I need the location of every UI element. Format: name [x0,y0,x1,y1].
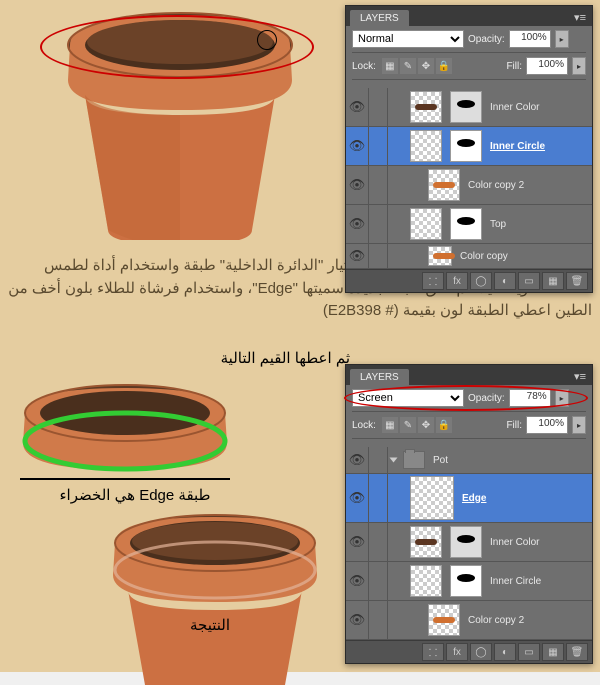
layer-edge[interactable]: 👁 Edge [346,474,592,523]
caption-result: النتيجة [150,615,270,638]
adjustment-icon[interactable]: ◐ [494,643,516,661]
fill-value[interactable]: 100% [526,416,568,434]
visibility-icon[interactable]: 👁 [346,474,369,522]
mask-icon[interactable]: ◯ [470,643,492,661]
layer-inner-circle[interactable]: 👁 Inner Circle [346,127,592,166]
fill-arrow-icon[interactable]: ▸ [572,416,586,434]
fill-arrow-icon[interactable]: ▸ [572,57,586,75]
visibility-icon[interactable]: 👁 [346,205,369,243]
black-circle [257,30,277,50]
pot-rim-green [10,378,240,478]
lock-paint-icon[interactable]: ✎ [400,417,416,433]
lock-transparency-icon[interactable]: ▦ [382,58,398,74]
opacity-value[interactable]: 100% [509,30,551,48]
layer-color-copy[interactable]: 👁 Color copy [346,244,592,269]
opacity-arrow-icon[interactable]: ▸ [555,30,569,48]
lock-all-icon[interactable]: 🔒 [436,58,452,74]
panel-menu-icon[interactable]: ▾≡ [568,368,592,385]
link-layers-icon[interactable]: ⸬ [422,272,444,290]
layer-inner-color[interactable]: 👁 Inner Color [346,523,592,562]
group-icon[interactable]: ▭ [518,272,540,290]
black-line [20,478,230,480]
lock-label: Lock: [352,61,376,72]
new-layer-icon[interactable]: ▦ [542,643,564,661]
panel-menu-icon[interactable]: ▾≡ [568,9,592,26]
trash-icon[interactable]: 🗑 [566,272,588,290]
lock-position-icon[interactable]: ✥ [418,417,434,433]
layer-group-pot[interactable]: 👁 Pot [346,447,592,474]
new-layer-icon[interactable]: ▦ [542,272,564,290]
visibility-icon[interactable]: 👁 [346,244,369,268]
layers-tab[interactable]: LAYERS [350,10,409,26]
visibility-icon[interactable]: 👁 [346,601,369,639]
opacity-label: Opacity: [468,34,505,45]
red-ellipse-opacity [344,385,588,411]
fx-icon[interactable]: fx [446,272,468,290]
layer-list-bottom: 👁 Pot 👁 Edge 👁 Inner Color 👁 Inner Circl… [346,447,592,640]
layers-panel-bottom: LAYERS ▾≡ Screen Opacity: 78% ▸ Lock: ▦ … [345,364,593,664]
visibility-icon[interactable]: 👁 [346,523,369,561]
visibility-icon[interactable]: 👁 [346,562,369,600]
lock-all-icon[interactable]: 🔒 [436,417,452,433]
visibility-icon[interactable]: 👁 [346,127,369,165]
visibility-icon[interactable]: 👁 [346,88,369,126]
text-linebreak: ثم اعطها القيم التالية [221,348,350,371]
group-icon[interactable]: ▭ [518,643,540,661]
folder-icon [403,451,425,469]
fill-label: Fill: [506,61,522,72]
lock-paint-icon[interactable]: ✎ [400,58,416,74]
fill-label: Fill: [506,420,522,431]
layer-top[interactable]: 👁 Top [346,205,592,244]
adjustment-icon[interactable]: ◐ [494,272,516,290]
mask-icon[interactable]: ◯ [470,272,492,290]
layer-color-copy-2[interactable]: 👁 Color copy 2 [346,601,592,640]
visibility-icon[interactable]: 👁 [346,447,369,473]
layer-inner-circle[interactable]: 👁 Inner Circle [346,562,592,601]
blend-mode-select[interactable]: Normal [352,30,464,48]
layer-color-copy-2[interactable]: 👁 Color copy 2 [346,166,592,205]
link-layers-icon[interactable]: ⸬ [422,643,444,661]
trash-icon[interactable]: 🗑 [566,643,588,661]
fx-icon[interactable]: fx [446,643,468,661]
layer-inner-color[interactable]: 👁 Inner Color [346,88,592,127]
lock-transparency-icon[interactable]: ▦ [382,417,398,433]
pot-result [100,505,330,685]
lock-position-icon[interactable]: ✥ [418,58,434,74]
layers-tab[interactable]: LAYERS [350,369,409,385]
layers-panel-top: LAYERS ▾≡ Normal Opacity: 100% ▸ Lock: ▦… [345,5,593,293]
lock-label: Lock: [352,420,376,431]
fill-value[interactable]: 100% [526,57,568,75]
layer-list-top: 👁 Inner Color 👁 Inner Circle 👁 Color cop… [346,88,592,269]
visibility-icon[interactable]: 👁 [346,166,369,204]
group-toggle-icon[interactable] [390,458,398,463]
